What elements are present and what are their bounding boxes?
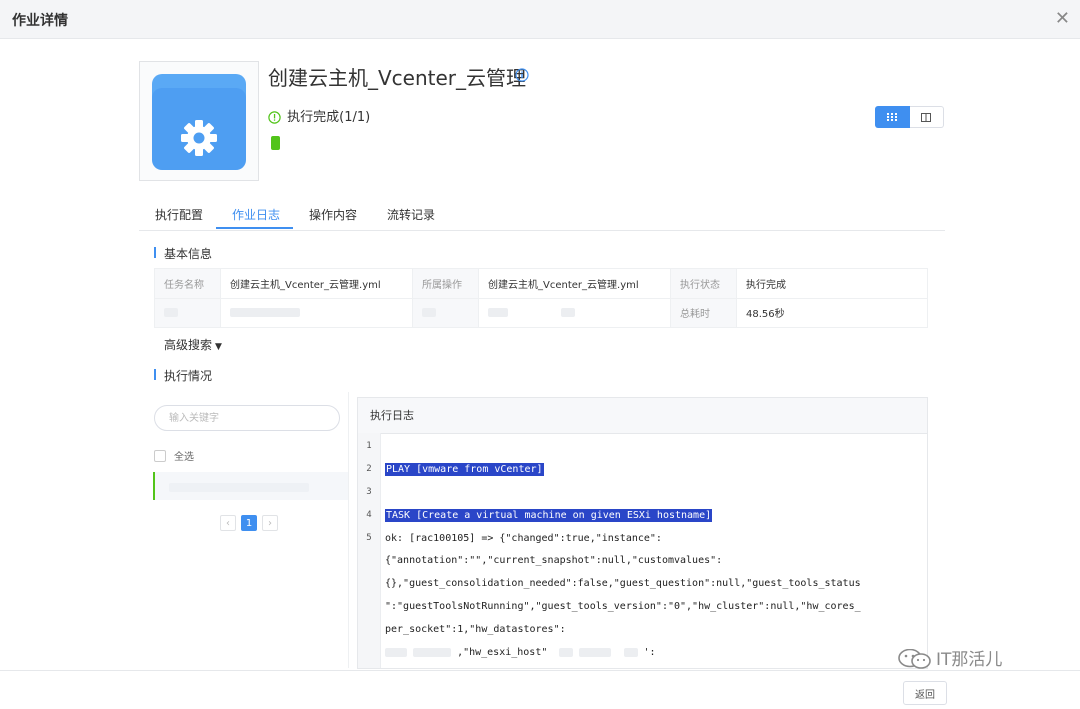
log-line: per_socket":1,"hw_datastores": [385, 624, 566, 635]
exec-status-value: 执行完成 [736, 268, 928, 299]
operation-value: 创建云主机_Vcenter_云管理.yml [478, 268, 671, 299]
duration-label: 总耗时 [670, 297, 737, 328]
gear-icon [181, 120, 217, 156]
line-number: 4 [366, 510, 372, 520]
back-button[interactable]: 返回 [903, 681, 947, 705]
select-all-checkbox[interactable]: 全选 [154, 448, 194, 463]
tab-job-log[interactable]: 作业日志 [232, 206, 280, 223]
watermark-text: IT那活儿 [936, 650, 1003, 670]
checkbox-icon [154, 450, 166, 462]
exec-status-label: 执行状态 [670, 268, 737, 299]
view-toggle [875, 106, 944, 128]
dialog-title: 作业详情 [12, 13, 68, 29]
log-line-fragment: ': [643, 647, 656, 658]
watermark: IT那活儿 [898, 645, 1002, 670]
redacted-value [220, 297, 413, 328]
redacted-host-name [169, 483, 309, 492]
highlighted-log-text: TASK [Create a virtual machine on given … [385, 509, 713, 522]
log-line: {},"guest_consolidation_needed":false,"g… [385, 578, 861, 589]
log-line: PLAY [vmware from vCenter] [385, 463, 544, 476]
page-1-button[interactable]: 1 [241, 515, 257, 531]
highlighted-log-text: PLAY [vmware from vCenter] [385, 463, 544, 476]
line-number: 1 [366, 441, 372, 451]
operation-label: 所属操作 [412, 268, 479, 299]
caret-down-icon: ▼ [215, 342, 222, 352]
host-progress-segment [271, 136, 280, 150]
redacted-label [154, 297, 221, 328]
info-icon[interactable] [515, 68, 529, 82]
duration-value: 48.56秒 [736, 297, 928, 328]
host-list-panel: 全选 ‹ 1 › [153, 392, 349, 668]
host-list-item[interactable] [153, 472, 348, 500]
task-name-value: 创建云主机_Vcenter_云管理.yml [220, 268, 413, 299]
log-panel-header: 执行日志 [358, 398, 927, 434]
exec-section-title: 执行情况 [154, 367, 212, 384]
line-number: 2 [366, 464, 372, 474]
close-icon[interactable]: ✕ [1055, 8, 1070, 29]
execution-log-panel: 执行日志 1 2 3 4 5 PLAY [vmware from vCenter… [357, 397, 928, 669]
log-line: ok: [rac100105] => {"changed":true,"inst… [385, 533, 662, 544]
log-line-fragment: ,"hw_esxi_host" [457, 647, 548, 658]
next-page-button[interactable]: › [262, 515, 278, 531]
prev-page-button[interactable]: ‹ [220, 515, 236, 531]
redacted-label [412, 297, 479, 328]
active-tab-indicator [216, 227, 293, 229]
tab-flow-records[interactable]: 流转记录 [387, 206, 435, 223]
log-line: ,"hw_esxi_host" ': [385, 647, 656, 658]
log-line: ":"guestToolsNotRunning","guest_tools_ve… [385, 601, 861, 612]
advanced-search-toggle[interactable]: 高级搜索 ▼ [164, 336, 222, 353]
tab-exec-config[interactable]: 执行配置 [155, 206, 203, 223]
line-number: 5 [366, 533, 372, 543]
split-view-button[interactable] [909, 106, 944, 128]
select-all-label: 全选 [174, 452, 194, 463]
log-line: {"annotation":"","current_snapshot":null… [385, 555, 723, 566]
keyword-search-input[interactable] [154, 405, 340, 431]
success-status-icon [268, 111, 281, 124]
basic-info-title: 基本信息 [154, 245, 212, 262]
line-number: 3 [366, 487, 372, 497]
line-number-gutter: 1 2 3 4 5 [358, 433, 381, 668]
columns-icon [921, 112, 932, 122]
grid-view-button[interactable] [875, 106, 910, 128]
job-title: 创建云主机_Vcenter_云管理 [268, 66, 527, 90]
advanced-search-label: 高级搜索 [164, 338, 213, 352]
tab-operation-content[interactable]: 操作内容 [309, 206, 357, 223]
job-status-text: 执行完成(1/1) [287, 110, 371, 125]
dialog-titlebar: 作业详情 ✕ [0, 0, 1080, 39]
job-status: 执行完成(1/1) [268, 106, 370, 125]
log-line: TASK [Create a virtual machine on given … [385, 509, 713, 522]
grid-icon [887, 113, 898, 121]
folder-front [152, 88, 246, 170]
pagination: ‹ 1 › [220, 515, 278, 531]
basic-info-table: 任务名称 创建云主机_Vcenter_云管理.yml 所属操作 创建云主机_Vc… [154, 268, 928, 328]
job-app-icon [139, 61, 259, 181]
wechat-icon [898, 648, 931, 669]
task-name-label: 任务名称 [154, 268, 221, 299]
redacted-value [478, 297, 671, 328]
